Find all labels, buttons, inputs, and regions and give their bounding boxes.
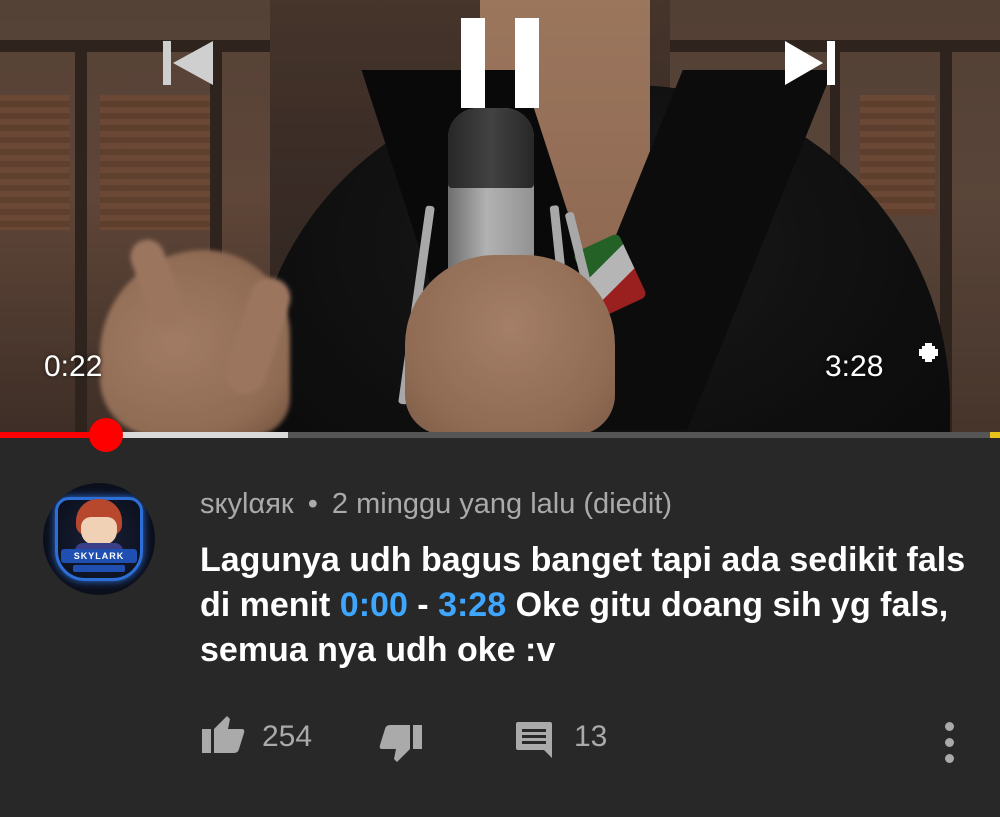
timestamp-link-end[interactable]: 3:28 <box>438 586 506 624</box>
previous-button[interactable] <box>155 30 225 96</box>
thumbs-down-icon <box>379 725 422 762</box>
seek-bar[interactable] <box>0 432 1000 438</box>
fullscreen-icon <box>919 343 938 362</box>
avatar[interactable]: SKYLARK <box>43 483 155 595</box>
duration: 3:28 <box>825 350 884 383</box>
comment-text: Lagunya udh bagus banget tapi ada sediki… <box>200 538 980 673</box>
comment-meta: ѕкуlαяк • 2 minggu yang lalu (diedit) <box>200 488 672 521</box>
comment-time: 2 minggu yang lalu (diedit) <box>331 488 673 520</box>
like-count: 254 <box>262 720 313 753</box>
seek-scrubber[interactable] <box>89 418 123 452</box>
comment-icon <box>516 722 552 758</box>
fullscreen-button[interactable] <box>919 343 964 386</box>
timestamp-link-start[interactable]: 0:00 <box>340 586 408 624</box>
comment-text-dash: - <box>407 586 439 624</box>
author-name[interactable]: ѕкуlαяк <box>200 488 294 520</box>
reply-button[interactable] <box>514 720 554 760</box>
comment-actions: 254 13 <box>0 710 1000 770</box>
thumbs-up-icon <box>202 716 245 753</box>
meta-separator: • <box>307 488 318 520</box>
end-marker <box>990 432 1000 438</box>
pause-button[interactable] <box>452 10 552 116</box>
video-player[interactable]: 0:22 3:28 <box>0 0 1000 436</box>
more-options-button[interactable] <box>940 720 960 766</box>
like-button[interactable] <box>200 714 246 754</box>
current-time: 0:22 <box>44 350 103 383</box>
avatar-label: SKYLARK <box>61 549 137 563</box>
reply-count: 13 <box>574 720 608 753</box>
dislike-button[interactable] <box>378 724 424 764</box>
next-button[interactable] <box>778 30 848 96</box>
